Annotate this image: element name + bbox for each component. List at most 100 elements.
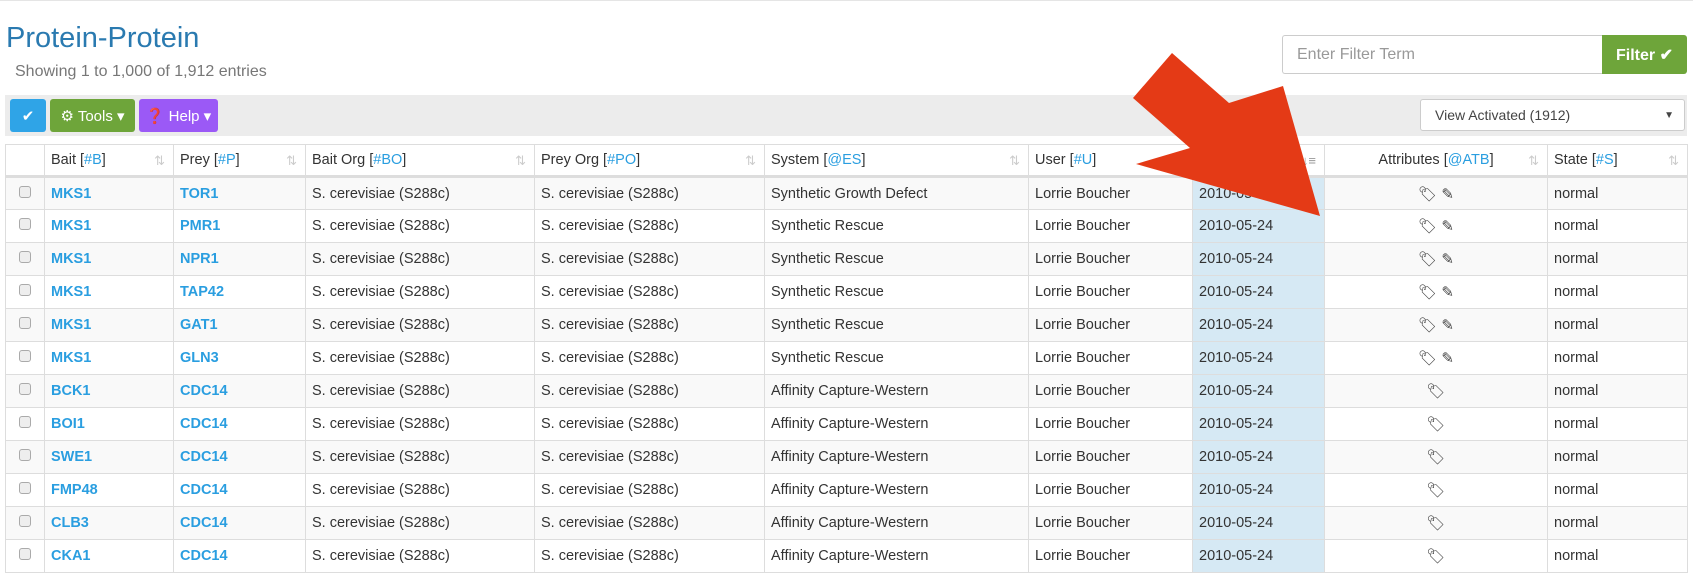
row-checkbox[interactable] — [19, 317, 31, 329]
sort-icon[interactable]: ↓≡ — [1302, 153, 1316, 168]
prey-link[interactable]: CDC14 — [180, 449, 228, 465]
system: Synthetic Growth Defect — [764, 176, 1029, 210]
row-checkbox[interactable] — [19, 251, 31, 263]
check-all-button[interactable]: ✔ — [10, 99, 46, 132]
bait-org: S. cerevisiae (S288c) — [305, 341, 535, 375]
sort-icon[interactable]: ⇅ — [515, 153, 526, 169]
row-checkbox[interactable] — [19, 416, 31, 428]
row-checkbox[interactable] — [19, 515, 31, 527]
user: Lorrie Boucher — [1028, 506, 1193, 540]
row-checkbox[interactable] — [19, 185, 31, 198]
bait-link[interactable]: CKA1 — [51, 548, 90, 564]
bait-link[interactable]: MKS1 — [51, 284, 91, 300]
prey-link[interactable]: GAT1 — [180, 317, 218, 333]
attributes-icons[interactable]: 🏷 — [1324, 407, 1548, 441]
row-checkbox[interactable] — [19, 482, 31, 494]
tools-dropdown-button[interactable]: ⚙ Tools ▾ — [50, 99, 135, 132]
page-title: Protein-Protein — [6, 22, 200, 54]
prey-link[interactable]: GLN3 — [180, 350, 219, 366]
attributes-icons[interactable]: 🏷 ✎ — [1324, 209, 1548, 243]
column-header[interactable]: Bait [#B] ⇅ — [44, 144, 174, 178]
prey-link[interactable]: TAP42 — [180, 284, 224, 300]
prey-link[interactable]: CDC14 — [180, 548, 228, 564]
prey-org: S. cerevisiae (S288c) — [534, 506, 765, 540]
row-checkbox[interactable] — [19, 218, 31, 230]
bait-link[interactable]: BCK1 — [51, 383, 90, 399]
row-checkbox[interactable] — [19, 548, 31, 560]
filter-input[interactable] — [1282, 35, 1602, 74]
date: 2010-05-24 — [1192, 275, 1325, 309]
state: normal — [1547, 176, 1688, 210]
state: normal — [1547, 539, 1688, 573]
attributes-icons[interactable]: 🏷 — [1324, 374, 1548, 408]
table-row: MKS1 PMR1 S. cerevisiae (S288c) S. cerev… — [5, 209, 1688, 243]
state: normal — [1547, 440, 1688, 474]
prey-link[interactable]: PMR1 — [180, 218, 220, 234]
bait-link[interactable]: MKS1 — [51, 317, 91, 333]
date: 2010-05-24 — [1192, 176, 1325, 210]
bait-link[interactable]: FMP48 — [51, 482, 98, 498]
sort-icon[interactable]: ⇅ — [1528, 153, 1539, 169]
attributes-icons[interactable]: 🏷 ✎ — [1324, 242, 1548, 276]
help-dropdown-button[interactable]: ❓ Help ▾ — [139, 99, 218, 132]
prey-link[interactable]: TOR1 — [180, 186, 218, 202]
system: Synthetic Rescue — [764, 308, 1029, 342]
prey-link[interactable]: NPR1 — [180, 251, 219, 267]
attributes-icons[interactable]: 🏷 ✎ — [1324, 275, 1548, 309]
column-header[interactable]: User [#U] ⇅ — [1028, 144, 1193, 178]
user: Lorrie Boucher — [1028, 308, 1193, 342]
prey-org: S. cerevisiae (S288c) — [534, 440, 765, 474]
row-checkbox[interactable] — [19, 284, 31, 296]
bait-link[interactable]: BOI1 — [51, 416, 85, 432]
view-select[interactable]: View Activated (1912) ▼ — [1420, 99, 1685, 131]
system: Affinity Capture-Western — [764, 440, 1029, 474]
sort-icon[interactable]: ⇅ — [154, 153, 165, 169]
attributes-icons[interactable]: 🏷 — [1324, 440, 1548, 474]
column-header[interactable]: Prey [#P] ⇅ — [173, 144, 306, 178]
attributes-icons[interactable]: 🏷 ✎ — [1324, 341, 1548, 375]
column-header[interactable]: State [#S] ⇅ — [1547, 144, 1688, 178]
table-row: MKS1 TAP42 S. cerevisiae (S288c) S. cere… — [5, 275, 1688, 309]
bait-link[interactable]: SWE1 — [51, 449, 92, 465]
sort-icon[interactable]: ⇅ — [1668, 153, 1679, 169]
state: normal — [1547, 473, 1688, 507]
column-header[interactable]: Attributes [@ATB] ⇅ — [1324, 144, 1548, 178]
attributes-icons[interactable]: 🏷 — [1324, 506, 1548, 540]
prey-link[interactable]: CDC14 — [180, 515, 228, 531]
attributes-icons[interactable]: 🏷 — [1324, 539, 1548, 573]
filter-button[interactable]: Filter ✔ — [1602, 35, 1687, 74]
user: Lorrie Boucher — [1028, 539, 1193, 573]
bait-link[interactable]: MKS1 — [51, 350, 91, 366]
bait-link[interactable]: CLB3 — [51, 515, 89, 531]
column-header[interactable]: Prey Org [#PO] ⇅ — [534, 144, 765, 178]
system: Synthetic Rescue — [764, 275, 1029, 309]
column-header[interactable]: System [@ES] ⇅ — [764, 144, 1029, 178]
system: Synthetic Rescue — [764, 209, 1029, 243]
user: Lorrie Boucher — [1028, 275, 1193, 309]
sort-icon[interactable]: ⇅ — [286, 153, 297, 169]
bait-link[interactable]: MKS1 — [51, 218, 91, 234]
sort-icon[interactable]: ⇅ — [1009, 153, 1020, 169]
date: 2010-05-24 — [1192, 407, 1325, 441]
prey-link[interactable]: CDC14 — [180, 383, 228, 399]
bait-org: S. cerevisiae (S288c) — [305, 308, 535, 342]
attributes-icons[interactable]: 🏷 ✎ — [1324, 176, 1548, 210]
row-checkbox[interactable] — [19, 350, 31, 362]
column-header[interactable]: Bait Org [#BO] ⇅ — [305, 144, 535, 178]
table-row: MKS1 TOR1 S. cerevisiae (S288c) S. cerev… — [5, 176, 1688, 210]
sort-icon[interactable]: ⇅ — [1173, 153, 1184, 169]
bait-link[interactable]: MKS1 — [51, 186, 91, 202]
state: normal — [1547, 341, 1688, 375]
prey-link[interactable]: CDC14 — [180, 482, 228, 498]
top-divider — [0, 0, 1693, 1]
column-header[interactable]: ↓≡ — [1192, 144, 1325, 178]
bait-link[interactable]: MKS1 — [51, 251, 91, 267]
row-checkbox[interactable] — [19, 449, 31, 461]
attributes-icons[interactable]: 🏷 — [1324, 473, 1548, 507]
sort-icon[interactable]: ⇅ — [745, 153, 756, 169]
column-code: #U — [1073, 152, 1093, 168]
row-checkbox[interactable] — [19, 383, 31, 395]
prey-link[interactable]: CDC14 — [180, 416, 228, 432]
row-checkbox-cell — [5, 176, 45, 210]
attributes-icons[interactable]: 🏷 ✎ — [1324, 308, 1548, 342]
